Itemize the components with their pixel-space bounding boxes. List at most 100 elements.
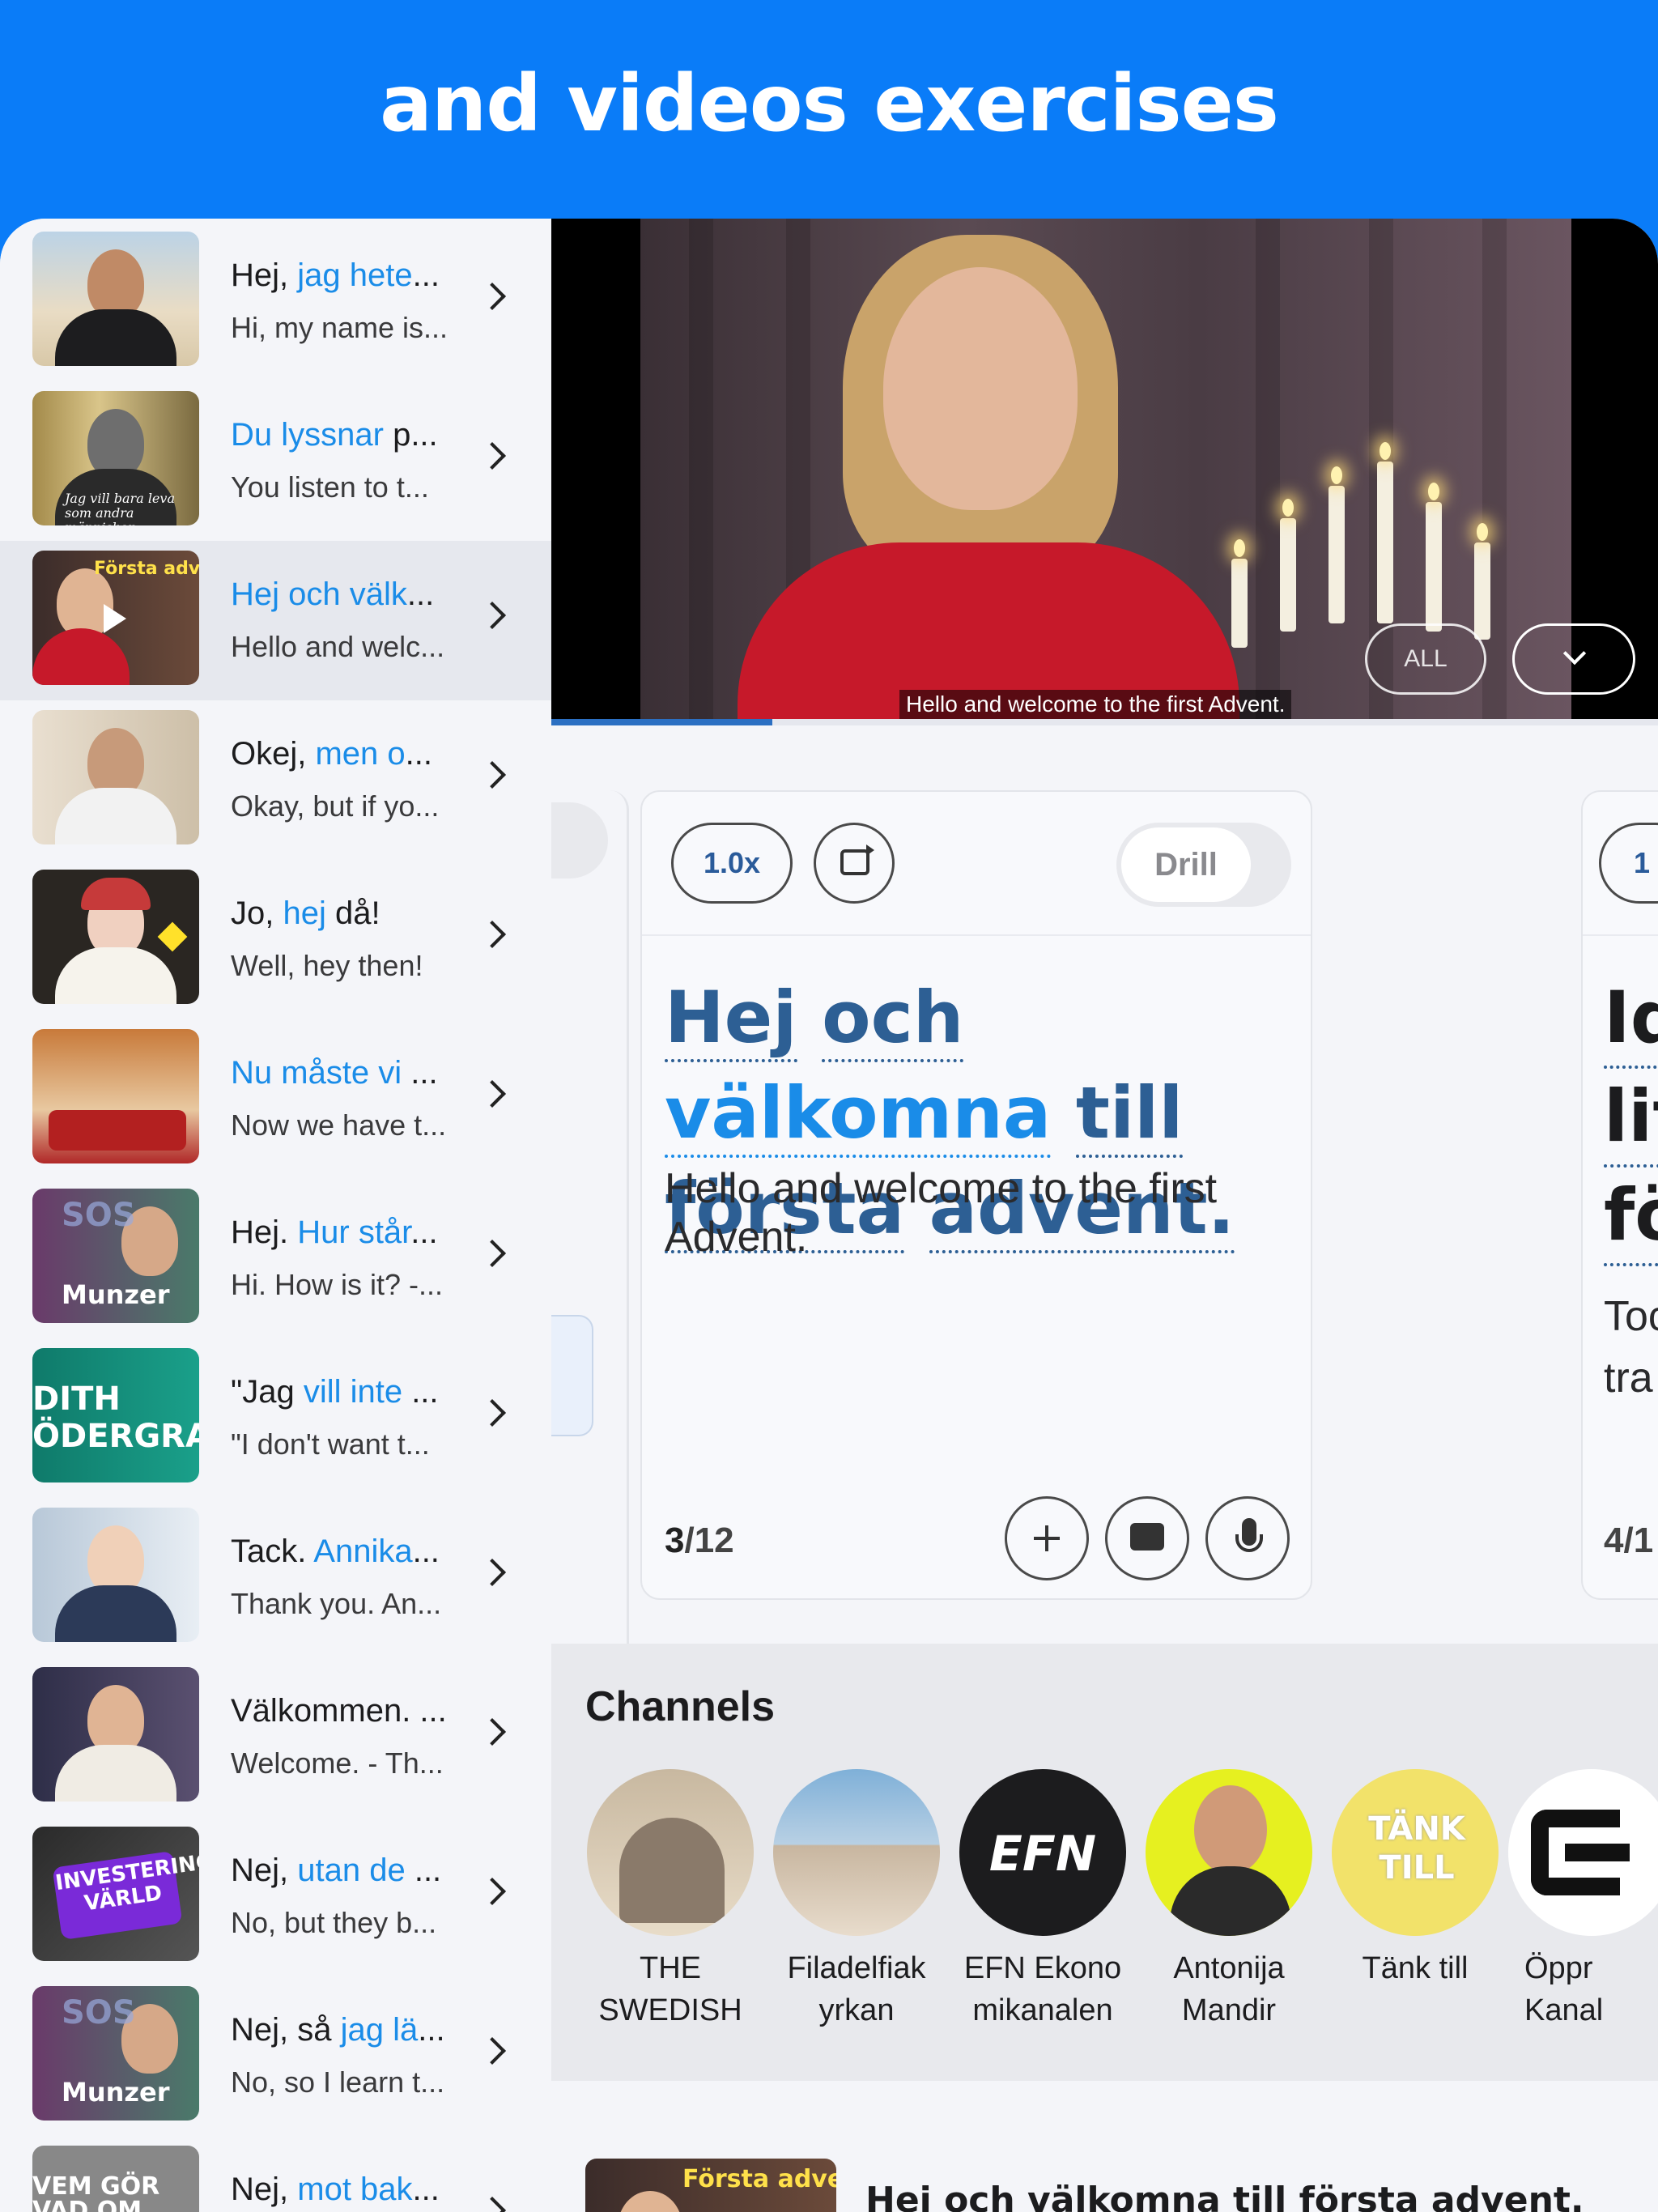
chevron-down-icon	[1562, 641, 1587, 666]
subtitle-mode-button[interactable]: ALL	[1365, 623, 1486, 695]
previous-card-tab[interactable]	[551, 1315, 593, 1436]
item-title: Tack. Annika...	[231, 1534, 440, 1569]
play-icon	[104, 604, 126, 633]
video-thumbnail: Första advent	[32, 551, 199, 685]
item-title: Hej. Hur står...	[231, 1214, 438, 1250]
record-button[interactable]	[1205, 1496, 1290, 1580]
item-title: "Jag vill inte ...	[231, 1374, 439, 1410]
list-item[interactable]: Nu måste vi ... Now we have t...	[0, 1019, 551, 1179]
chevron-right-icon	[478, 1240, 506, 1267]
channel-name: Antonija Mandir	[1173, 1951, 1285, 2027]
channels-heading: Channels	[585, 1683, 776, 1730]
channel-item[interactable]: EFN EFN Ekono mikanalen	[950, 1769, 1136, 2031]
item-title: Du lyssnar p...	[231, 417, 438, 453]
video-thumbnail: SOS Munzer	[32, 1986, 199, 2121]
word[interactable]: och	[822, 976, 964, 1062]
list-item[interactable]: Hej, jag hete... Hi, my name is...	[0, 222, 551, 381]
banner-title: and videos exercises	[380, 58, 1279, 149]
previous-card[interactable]	[551, 790, 629, 1665]
channel-item[interactable]: Öppr Kanal	[1508, 1769, 1658, 2031]
item-translation: Welcome. - Th...	[231, 1746, 444, 1780]
item-translation: Hi, my name is...	[231, 311, 449, 344]
chevron-right-icon	[478, 1878, 506, 1905]
channel-item[interactable]: Antonija Mandir	[1136, 1769, 1322, 2031]
item-title: Välkommen. ...	[231, 1693, 447, 1729]
video-thumbnail	[32, 710, 199, 844]
video-thumbnail: SOS Munzer	[32, 1189, 199, 1323]
video-thumbnail	[32, 1667, 199, 1802]
item-translation: No, but they b...	[231, 1906, 437, 1939]
channel-name: Filadelfiak yrkan	[787, 1951, 926, 2027]
drill-toggle[interactable]: Drill	[1116, 823, 1291, 907]
chevron-right-icon	[478, 442, 506, 470]
item-translation: Hi. How is it? -...	[231, 1268, 444, 1301]
app-screen: Hej, jag hete... Hi, my name is... Jag v…	[0, 219, 1658, 2212]
drill-label: Drill	[1121, 827, 1251, 902]
word[interactable]: Hej	[665, 976, 797, 1062]
channel-avatar	[773, 1769, 940, 1936]
video-list: Hej, jag hete... Hi, my name is... Jag v…	[0, 219, 551, 2212]
channel-item[interactable]: Filadelfiak yrkan	[763, 1769, 950, 2031]
channel-item[interactable]: THE SWEDISH	[577, 1769, 763, 2031]
word-highlighted[interactable]: välkomna	[665, 1071, 1052, 1158]
featured-video[interactable]: Första adver Hej och välkomna till först…	[551, 2081, 1658, 2212]
item-title: Nej, mot bak...	[231, 2172, 440, 2207]
chevron-right-icon	[478, 1080, 506, 1108]
add-button[interactable]	[1005, 1496, 1089, 1580]
list-item[interactable]: Jo, hej då! Well, hey then!	[0, 860, 551, 1019]
collapse-button[interactable]	[1512, 623, 1635, 695]
chevron-right-icon	[478, 2197, 506, 2212]
item-title: Nej, utan de ...	[231, 1853, 442, 1888]
list-item[interactable]: VEM GÖR VAD OM NÅGON BLI Nej, mot bak...	[0, 2136, 551, 2212]
word[interactable]: till	[1075, 1071, 1184, 1158]
list-item[interactable]: SOS Munzer Nej, så jag lä... No, so I le…	[0, 1976, 551, 2136]
video-thumbnail	[32, 232, 199, 366]
list-item-active[interactable]: Första advent Hej och välk... Hello and …	[0, 541, 551, 700]
video-subtitle: Hello and welcome to the first Advent.	[899, 690, 1292, 719]
chevron-right-icon	[478, 2037, 506, 2065]
promo-banner: and videos exercises	[0, 0, 1658, 219]
item-title: Hej och välk...	[231, 576, 435, 612]
repeat-icon	[840, 844, 874, 875]
list-item[interactable]: Okej, men o... Okay, but if yo...	[0, 700, 551, 860]
video-progress-bar[interactable]	[551, 719, 1658, 725]
english-translation: Hello and welcome to the first Advent.	[665, 1165, 1218, 1261]
next-speed-button[interactable]: 1	[1599, 823, 1658, 904]
item-title: Nu måste vi ...	[231, 1055, 438, 1091]
next-card[interactable]: 1 Idlitfö Toctra 4/1	[1581, 790, 1658, 1600]
video-progress-fill	[551, 719, 773, 725]
next-counter: 4/1	[1604, 1521, 1654, 1560]
item-translation: Thank you. An...	[231, 1587, 442, 1620]
item-translation: Hello and welc...	[231, 630, 445, 663]
list-item[interactable]: DITH ÖDERGRA "Jag vill inte ... "I don't…	[0, 1338, 551, 1498]
video-thumbnail: INVESTERINGARNAS VÄRLD	[32, 1827, 199, 1961]
item-translation: Well, hey then!	[231, 949, 423, 982]
next-english: Toctra	[1604, 1293, 1658, 1402]
video-player[interactable]: Hello and welcome to the first Advent. A…	[551, 219, 1658, 722]
video-thumbnail: VEM GÖR VAD OM NÅGON BLI	[32, 2146, 199, 2212]
comment-button[interactable]	[1105, 1496, 1189, 1580]
sentence-counter: 3/12	[665, 1521, 734, 1560]
list-item[interactable]: SOS Munzer Hej. Hur står... Hi. How is i…	[0, 1179, 551, 1338]
chevron-right-icon	[478, 1718, 506, 1746]
featured-thumbnail: Första adver	[585, 2159, 836, 2212]
list-item[interactable]: Jag vill bara leva som andra människor D…	[0, 381, 551, 541]
item-translation: No, so I learn t...	[231, 2065, 445, 2099]
video-thumbnail	[32, 1508, 199, 1642]
channel-item[interactable]: TÄNK TILL Tänk till	[1322, 1769, 1508, 1989]
item-translation: You listen to t...	[231, 470, 429, 504]
channel-name: THE SWEDISH	[598, 1951, 742, 2027]
video-thumbnail	[32, 870, 199, 1004]
playback-speed-button[interactable]: 1.0x	[671, 823, 793, 904]
list-item[interactable]: Välkommen. ... Welcome. - Th...	[0, 1657, 551, 1817]
loop-button[interactable]	[814, 823, 895, 904]
item-title: Hej, jag hete...	[231, 257, 440, 293]
channel-avatar: EFN	[959, 1769, 1126, 1936]
channel-avatar	[1508, 1769, 1658, 1936]
channel-name: Tänk till	[1362, 1951, 1469, 1985]
channels-section: Channels THE SWEDISH Filadelfiak yrkan EFN…	[551, 1644, 1658, 2081]
list-item[interactable]: INVESTERINGARNAS VÄRLD Nej, utan de ... …	[0, 1817, 551, 1976]
channel-avatar: TÄNK TILL	[1332, 1769, 1499, 1936]
channel-name: EFN Ekono mikanalen	[963, 1951, 1122, 2027]
list-item[interactable]: Tack. Annika... Thank you. An...	[0, 1498, 551, 1657]
